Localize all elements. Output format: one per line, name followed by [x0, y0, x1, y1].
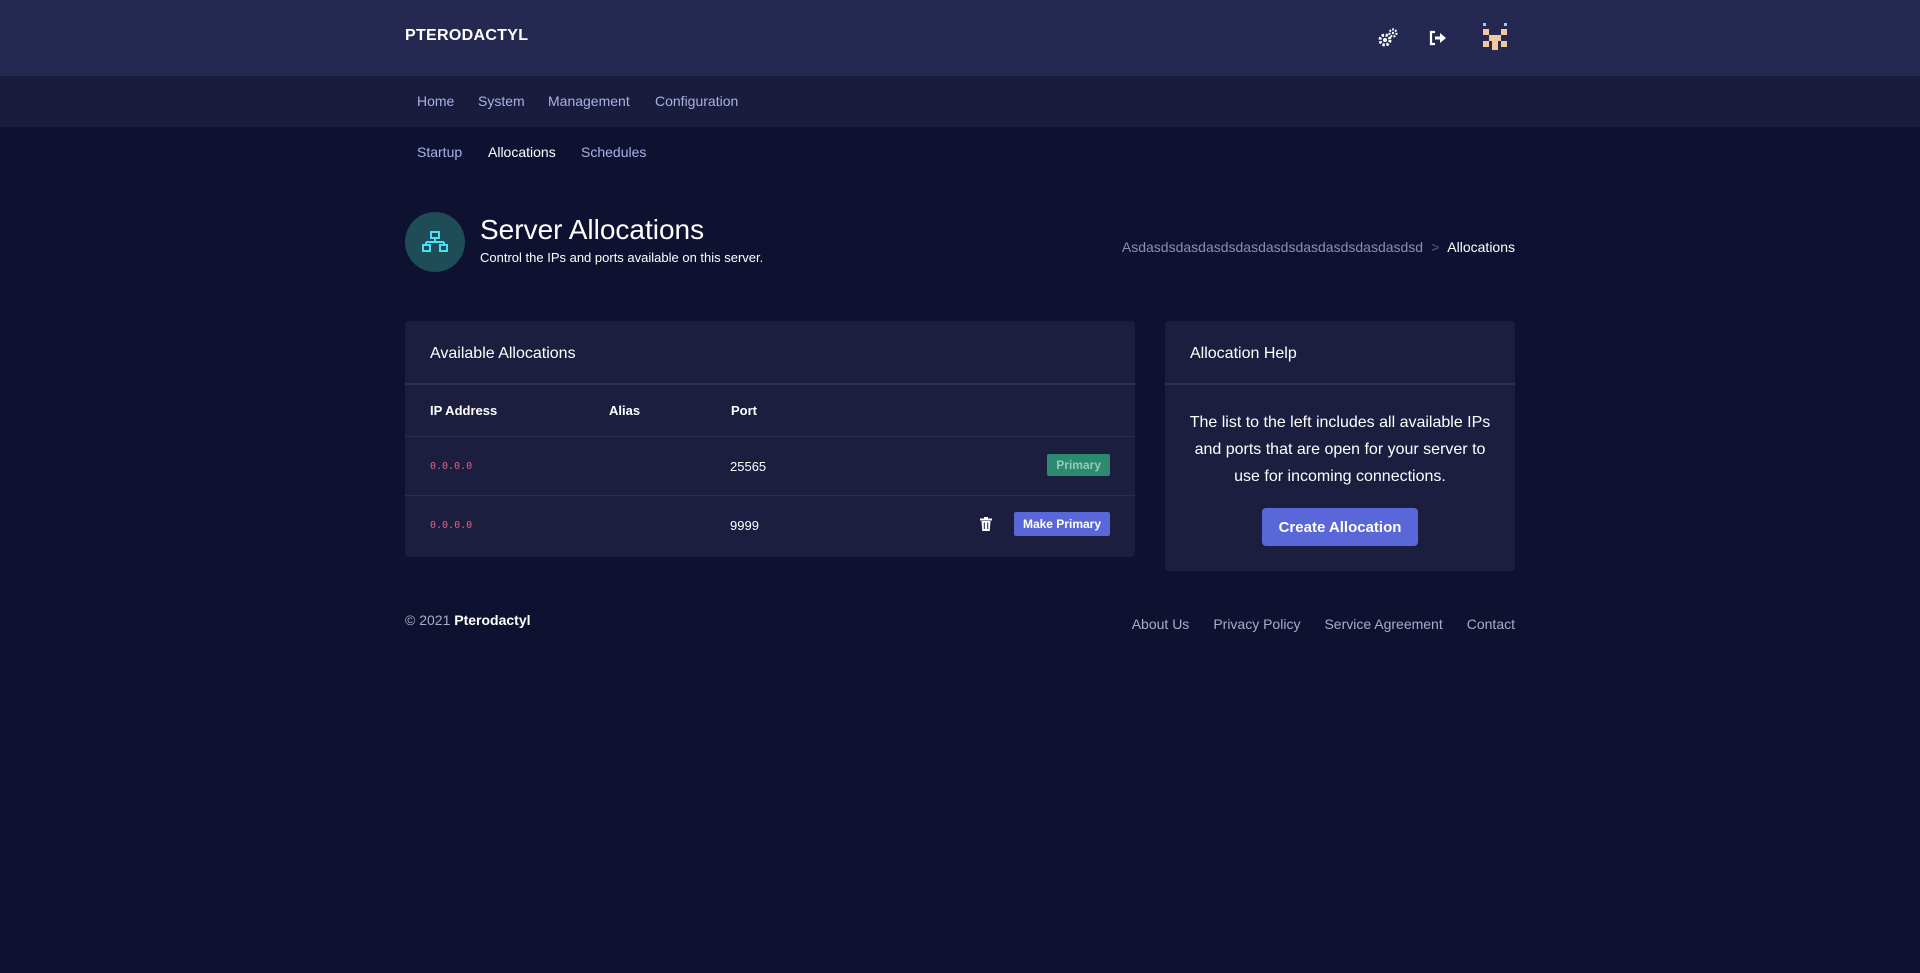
- column-ip-address: IP Address: [430, 403, 498, 418]
- breadcrumb-separator: >: [1431, 239, 1440, 255]
- page-title: Server Allocations: [480, 214, 705, 245]
- top-bar: PTERODACTYL: [0, 0, 1920, 76]
- footer-links: About Us Privacy Policy Service Agreemen…: [1132, 616, 1515, 632]
- breadcrumb: Asdasdsdasdasdsdasdasdsdasdasdsdasdasdsd…: [1122, 239, 1515, 255]
- footer-copyright: © 2021 Pterodactyl: [405, 612, 531, 628]
- help-text: The list to the left includes all availa…: [1189, 414, 1491, 485]
- nav-management[interactable]: Management: [548, 93, 630, 109]
- port-cell: 9999: [730, 518, 759, 533]
- settings-cogs-icon[interactable]: [1376, 26, 1400, 50]
- subnav-allocations[interactable]: Allocations: [488, 144, 556, 160]
- subnav-startup[interactable]: Startup: [417, 144, 462, 160]
- primary-badge: Primary: [1047, 454, 1110, 476]
- table-header: IP Address Alias Port: [405, 385, 1135, 437]
- table-row: 0.0.0.0 25565 Primary: [405, 437, 1135, 496]
- available-allocations-card: Available Allocations IP Address Alias P…: [405, 321, 1135, 557]
- network-icon: [405, 212, 465, 272]
- column-port: Port: [731, 403, 757, 418]
- nav-configuration[interactable]: Configuration: [655, 93, 738, 109]
- ip-address-cell: 0.0.0.0: [430, 520, 473, 531]
- nav-home[interactable]: Home: [417, 93, 454, 109]
- footer-link-about[interactable]: About Us: [1132, 616, 1190, 632]
- footer-link-contact[interactable]: Contact: [1467, 616, 1515, 632]
- page-header: Server Allocations Control the IPs and p…: [0, 178, 1920, 273]
- card-title: Allocation Help: [1165, 321, 1515, 385]
- logout-icon[interactable]: [1426, 26, 1450, 50]
- copyright-text: © 2021: [405, 612, 451, 628]
- footer-brand[interactable]: Pterodactyl: [454, 612, 530, 628]
- page-subtitle: Control the IPs and ports available on t…: [480, 250, 764, 265]
- user-avatar[interactable]: [1480, 23, 1510, 53]
- card-title: Available Allocations: [405, 321, 1135, 385]
- footer-link-privacy[interactable]: Privacy Policy: [1213, 616, 1300, 632]
- trash-icon[interactable]: [980, 517, 994, 533]
- nav-system[interactable]: System: [478, 93, 525, 109]
- port-cell: 25565: [730, 459, 767, 474]
- sub-nav: Startup Allocations Schedules: [0, 127, 1920, 178]
- allocation-help-card: Allocation Help The list to the left inc…: [1165, 321, 1515, 571]
- subnav-schedules[interactable]: Schedules: [581, 144, 646, 160]
- column-alias: Alias: [609, 403, 641, 418]
- make-primary-button[interactable]: Make Primary: [1013, 512, 1110, 536]
- ip-address-cell: 0.0.0.0: [430, 461, 473, 472]
- breadcrumb-current: Allocations: [1447, 239, 1515, 255]
- table-row: 0.0.0.0 9999 Make Primary: [405, 496, 1135, 555]
- breadcrumb-server-link[interactable]: Asdasdsdasdasdsdasdasdsdasdasdsdasdasdsd: [1122, 239, 1423, 255]
- footer-link-service-agreement[interactable]: Service Agreement: [1324, 616, 1442, 632]
- create-allocation-button[interactable]: Create Allocation: [1262, 508, 1418, 546]
- main-nav: Home System Management Configuration: [0, 76, 1920, 127]
- brand-logo-text[interactable]: PTERODACTYL: [405, 27, 528, 45]
